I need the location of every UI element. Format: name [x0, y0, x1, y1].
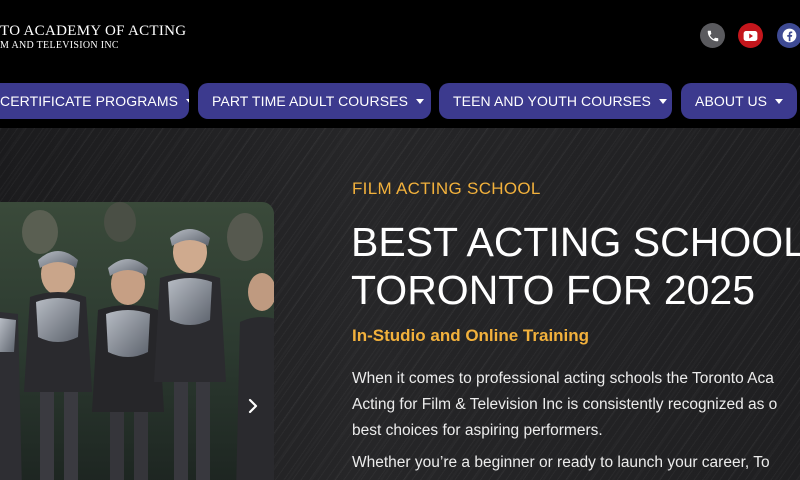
facebook-icon	[782, 28, 797, 43]
nav-label: TEEN AND YOUTH COURSES	[453, 93, 651, 109]
body-line: Acting for Film & Television Inc is cons…	[352, 396, 778, 413]
slider-next-button[interactable]	[244, 394, 262, 418]
caret-down-icon	[775, 98, 784, 104]
nav-label: CERTIFICATE PROGRAMS	[0, 93, 179, 109]
hero-section: FILM ACTING SCHOOL BEST ACTING SCHOOL TO…	[0, 128, 800, 480]
nav-about-us[interactable]: ABOUT US	[681, 83, 797, 119]
hero-title-line1: BEST ACTING SCHOOL	[351, 219, 800, 265]
caret-down-icon	[416, 98, 425, 104]
body-line: best choices for aspiring performers.	[352, 422, 603, 439]
caret-down-icon	[658, 98, 667, 104]
nav-part-time-adult-courses[interactable]: PART TIME ADULT COURSES	[198, 83, 431, 119]
logo-text-line1[interactable]: TO ACADEMY OF ACTING	[0, 23, 186, 40]
hero-title: BEST ACTING SCHOOL TORONTO FOR 2025	[351, 218, 800, 314]
caret-down-icon	[186, 98, 189, 104]
hero-title-line2: TORONTO FOR 2025	[351, 267, 756, 313]
site-header: TO ACADEMY OF ACTING M AND TELEVISION IN…	[0, 0, 800, 76]
nav-teen-and-youth-courses[interactable]: TEEN AND YOUTH COURSES	[439, 83, 672, 119]
hero-subtitle: In-Studio and Online Training	[352, 326, 590, 345]
main-navigation: CERTIFICATE PROGRAMS PART TIME ADULT COU…	[0, 76, 800, 128]
nav-label: PART TIME ADULT COURSES	[212, 93, 409, 109]
nav-certificate-programs[interactable]: CERTIFICATE PROGRAMS	[0, 83, 189, 119]
phone-icon	[707, 30, 718, 41]
youtube-button[interactable]	[738, 23, 763, 48]
hero-body-paragraph: When it comes to professional acting sch…	[352, 366, 800, 444]
hero-eyebrow: FILM ACTING SCHOOL	[352, 179, 541, 198]
logo-text-line2[interactable]: M AND TELEVISION INC	[0, 40, 119, 51]
nav-label: ABOUT US	[695, 93, 768, 109]
facebook-button[interactable]	[777, 23, 800, 48]
youtube-icon	[743, 30, 758, 41]
body-line: When it comes to professional acting sch…	[352, 370, 774, 387]
chevron-right-icon	[248, 398, 258, 414]
hero-body-paragraph-2: Whether you’re a beginner or ready to la…	[352, 454, 770, 471]
phone-button[interactable]	[700, 23, 725, 48]
hero-slider-image	[0, 202, 274, 480]
